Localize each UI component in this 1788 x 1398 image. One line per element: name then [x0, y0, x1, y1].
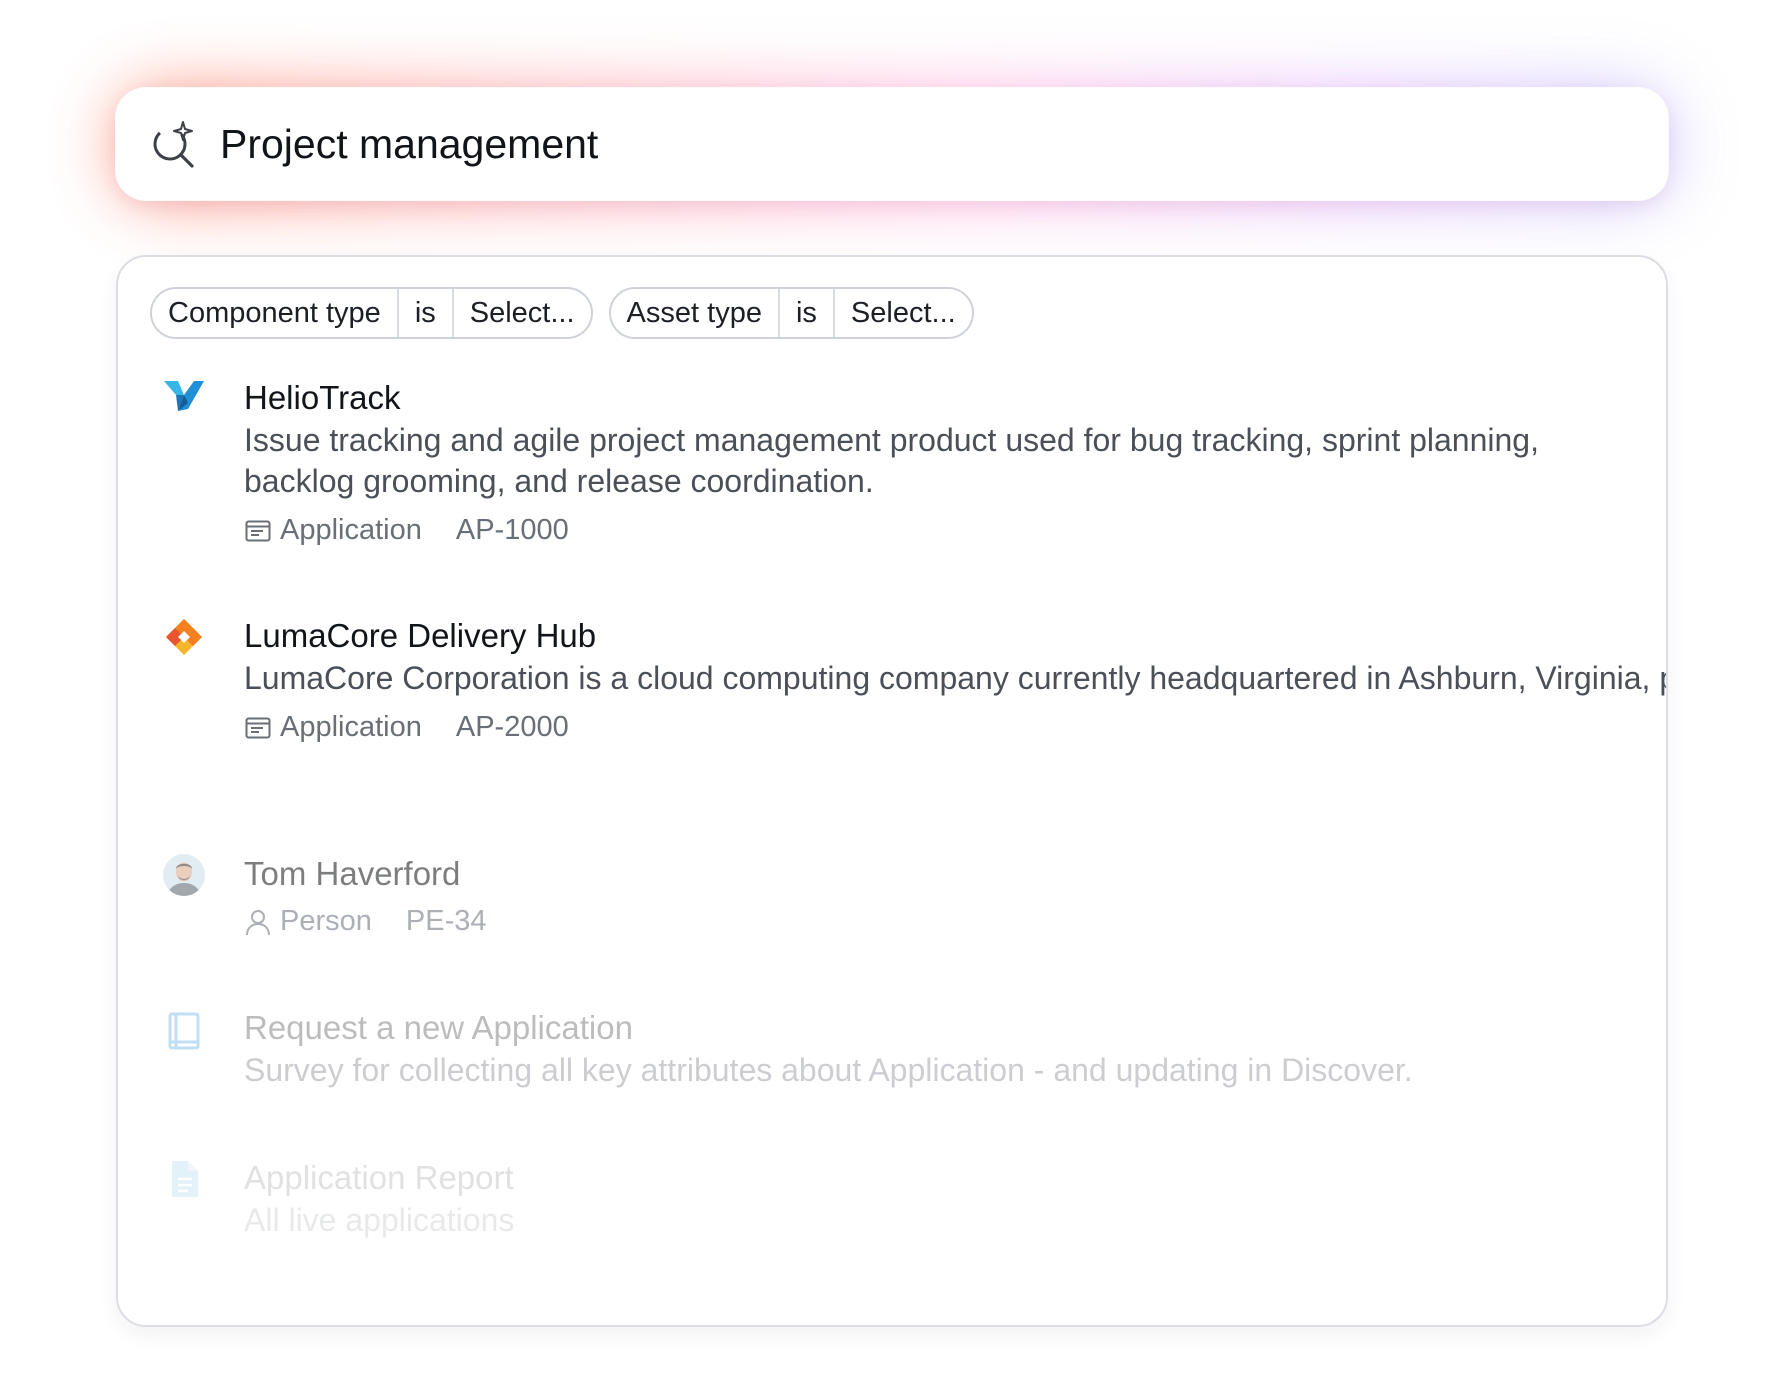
application-icon — [245, 717, 271, 738]
result-title: Tom Haverford — [244, 855, 461, 892]
result-body: HelioTrack Issue tracking and agile proj… — [244, 377, 1612, 547]
person-icon — [246, 909, 270, 935]
avatar — [163, 854, 205, 896]
result-description: LumaCore Corporation is a cloud computin… — [244, 660, 1666, 696]
result-title: HelioTrack — [244, 379, 401, 416]
heliotrack-logo-icon — [164, 381, 204, 411]
result-title: LumaCore Delivery Hub — [244, 617, 597, 654]
result-title: Application Report — [244, 1159, 514, 1196]
result-meta: Application AP-2000 — [244, 711, 1612, 744]
search-bar[interactable] — [116, 88, 1668, 200]
result-type: Application — [280, 711, 422, 743]
ai-search-icon — [153, 121, 194, 168]
result-body: Application Report All live applications — [244, 1157, 1612, 1241]
result-description: All live applications — [244, 1202, 515, 1238]
lumacore-logo-icon — [166, 619, 202, 655]
result-title: Request a new Application — [244, 1009, 633, 1046]
search-page: Component type is Select... Asset type i… — [0, 0, 1788, 1398]
result-meta: Application AP-1000 — [244, 514, 1612, 547]
result-type: Person — [280, 905, 372, 937]
result-description: Survey for collecting all key attributes… — [244, 1052, 1413, 1088]
result-body: Request a new Application Survey for col… — [244, 1007, 1612, 1091]
result-code: AP-1000 — [455, 514, 569, 546]
document-icon — [172, 1161, 198, 1197]
result-code: PE-34 — [405, 905, 487, 937]
result-description: Issue tracking and agile project managem… — [244, 422, 1539, 499]
application-icon — [245, 520, 271, 541]
filter-component-type[interactable]: Component type is Select... — [150, 287, 593, 339]
result-body: Tom Haverford Person PE-34 — [244, 853, 1612, 938]
filter-asset-type[interactable]: Asset type is Select... — [608, 287, 974, 339]
filter-operator[interactable]: is — [777, 289, 833, 337]
result-body: LumaCore Delivery Hub LumaCore Corporati… — [244, 615, 1666, 744]
filter-value-select[interactable]: Select... — [832, 289, 972, 337]
result-code: AP-2000 — [455, 711, 569, 743]
survey-icon — [168, 1012, 200, 1050]
filter-value-select[interactable]: Select... — [451, 289, 591, 337]
filter-bar: Component type is Select... Asset type i… — [150, 287, 974, 339]
result-meta: Person PE-34 — [244, 905, 1612, 938]
filter-field: Asset type — [626, 296, 762, 329]
filter-operator[interactable]: is — [396, 289, 452, 337]
results-panel: Component type is Select... Asset type i… — [116, 255, 1668, 1327]
filter-field: Component type — [168, 296, 381, 329]
search-input[interactable] — [220, 120, 1600, 168]
result-type: Application — [280, 514, 422, 546]
